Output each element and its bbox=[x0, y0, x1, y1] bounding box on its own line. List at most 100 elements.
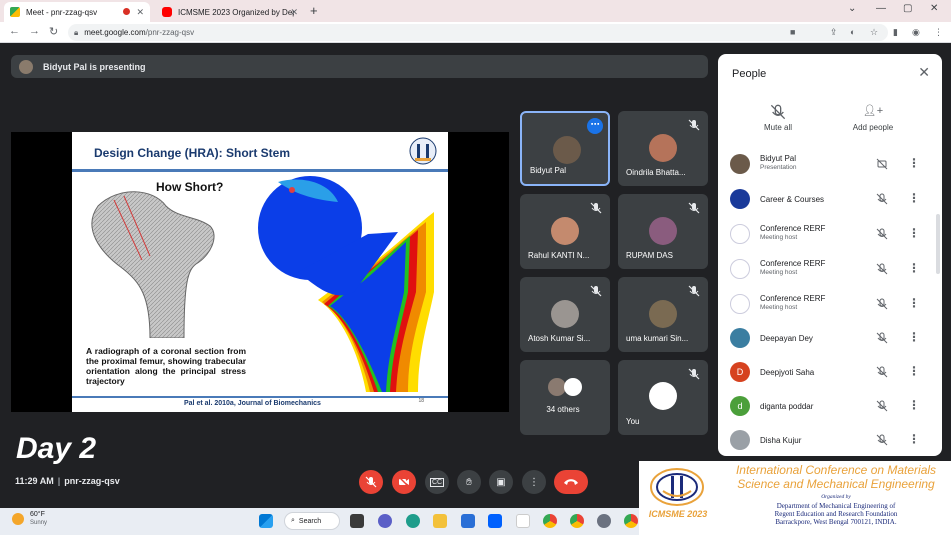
more-vert-icon[interactable]: ⋮ bbox=[908, 432, 920, 446]
chrome-icon[interactable] bbox=[543, 514, 557, 528]
chrome-icon[interactable] bbox=[624, 514, 638, 528]
app-icon[interactable] bbox=[516, 514, 530, 528]
people-title: People bbox=[732, 68, 767, 80]
close-window-icon[interactable]: ✕ bbox=[930, 3, 938, 14]
tile-atosh[interactable]: Atosh Kumar Si... bbox=[520, 277, 610, 352]
mic-off-icon bbox=[876, 400, 888, 412]
mute-all-button[interactable]: Mute all bbox=[738, 104, 818, 132]
tile-bidyut-pal[interactable]: ⋯ Bidyut Pal bbox=[520, 111, 610, 186]
presentation-off-icon bbox=[876, 158, 888, 170]
mic-toggle-button[interactable] bbox=[359, 470, 383, 494]
avatar bbox=[553, 136, 581, 164]
mic-off-icon bbox=[876, 434, 888, 446]
camera-icon[interactable]: ■ bbox=[790, 27, 795, 37]
banner-logo-text: ICMSME 2023 bbox=[648, 509, 708, 519]
participant-row[interactable]: Conference RERF Meeting host ⋮ bbox=[728, 220, 933, 250]
tile-rahul[interactable]: Rahul KANTI N... bbox=[520, 194, 610, 269]
more-vert-icon[interactable]: ⋮ bbox=[908, 191, 920, 205]
avatar bbox=[730, 328, 750, 348]
avatar: d bbox=[730, 396, 750, 416]
forward-icon[interactable]: → bbox=[29, 25, 40, 37]
day-overlay-label: Day 2 bbox=[16, 432, 97, 465]
bookmark-star-icon[interactable]: ☆ bbox=[870, 27, 878, 38]
dropbox-icon[interactable] bbox=[488, 514, 502, 528]
close-panel-icon[interactable]: ✕ bbox=[918, 64, 930, 81]
weather-widget[interactable]: 60°F Sunny bbox=[12, 511, 47, 527]
lock-icon: 🔒︎ bbox=[74, 27, 79, 37]
more-vert-icon[interactable]: ⋮ bbox=[908, 398, 920, 412]
leave-call-button[interactable] bbox=[554, 470, 588, 494]
chat-icon[interactable] bbox=[378, 514, 392, 528]
participant-row[interactable]: D Deepjyoti Saha ⋮ bbox=[728, 358, 933, 388]
more-vert-icon[interactable]: ⋮ bbox=[908, 226, 920, 240]
participant-row[interactable]: Bidyut Pal Presentation ⋮ bbox=[728, 150, 933, 180]
tab-meet[interactable]: Meet - pnr-zzag-qsv ✕ bbox=[4, 2, 150, 22]
raise-hand-button[interactable]: ✋︎ bbox=[457, 470, 481, 494]
tab-icmsme[interactable]: ICMSME 2023 Organized by Dep ✕ bbox=[156, 2, 304, 22]
tile-you[interactable]: You bbox=[618, 360, 708, 435]
more-options-button[interactable]: ⋮ bbox=[522, 470, 546, 494]
mute-all-label: Mute all bbox=[763, 123, 792, 132]
mic-off-icon bbox=[876, 298, 888, 310]
icmsme-logo-icon bbox=[650, 468, 704, 506]
camera-toggle-button[interactable] bbox=[392, 470, 416, 494]
edge-icon[interactable] bbox=[406, 514, 420, 528]
new-tab-icon[interactable]: + bbox=[310, 3, 318, 18]
participant-row[interactable]: Career & Courses ⋮ bbox=[728, 185, 933, 215]
more-options-icon[interactable]: ⋯ bbox=[587, 118, 603, 134]
share-icon[interactable]: ⇪ bbox=[830, 27, 838, 38]
separator: | bbox=[57, 476, 61, 486]
tile-name: Atosh Kumar Si... bbox=[528, 334, 591, 343]
url-host: meet.google.com bbox=[84, 28, 146, 37]
reload-icon[interactable]: ↻ bbox=[49, 25, 58, 38]
slide-page-number: 18 bbox=[418, 398, 424, 404]
minimize-icon[interactable]: — bbox=[876, 3, 886, 14]
mail-icon[interactable] bbox=[461, 514, 475, 528]
close-tab-icon[interactable]: ✕ bbox=[290, 7, 298, 18]
participant-row[interactable]: d diganta poddar ⋮ bbox=[728, 392, 933, 422]
captions-button[interactable]: CC bbox=[425, 470, 449, 494]
mic-off-icon bbox=[876, 366, 888, 378]
avatar bbox=[551, 300, 579, 328]
windows-start-icon[interactable] bbox=[259, 514, 273, 528]
people-scrollbar[interactable] bbox=[936, 214, 940, 274]
tile-rupam[interactable]: RUPAM DAS bbox=[618, 194, 708, 269]
more-vert-icon[interactable]: ⋮ bbox=[908, 330, 920, 344]
tile-uma[interactable]: uma kumari Sin... bbox=[618, 277, 708, 352]
settings-icon[interactable] bbox=[597, 514, 611, 528]
mic-off-icon bbox=[590, 285, 602, 297]
participant-row[interactable]: Deepayan Dey ⋮ bbox=[728, 324, 933, 354]
maximize-icon[interactable]: ▢ bbox=[903, 3, 912, 14]
more-vert-icon[interactable]: ⋮ bbox=[908, 156, 920, 170]
close-tab-icon[interactable]: ✕ bbox=[136, 7, 144, 18]
tile-others[interactable]: 34 others bbox=[520, 360, 610, 435]
taskbar-search[interactable]: ⌕ Search bbox=[284, 512, 340, 530]
profile-icon[interactable]: ◉ bbox=[912, 27, 920, 38]
file-explorer-icon[interactable] bbox=[433, 514, 447, 528]
more-vert-icon[interactable]: ⋮ bbox=[908, 261, 920, 275]
menu-dots-icon[interactable]: ⋮ bbox=[934, 27, 943, 38]
presentation-stage[interactable]: Design Change (HRA): Short Stem How Shor… bbox=[11, 132, 509, 412]
present-button[interactable]: ▣ bbox=[489, 470, 513, 494]
chrome-icon[interactable] bbox=[570, 514, 584, 528]
more-vert-icon[interactable]: ⋮ bbox=[908, 364, 920, 378]
more-vert-icon[interactable]: ⋮ bbox=[908, 296, 920, 310]
slide-citation: Pal et al. 2010a, Journal of Biomechanic… bbox=[184, 400, 321, 407]
url-field[interactable]: 🔒︎ meet.google.com/pnr-zzag-qsv bbox=[68, 24, 888, 41]
meeting-info: 11:29 AM | pnr-zzag-qsv bbox=[15, 476, 120, 486]
add-people-label: Add people bbox=[852, 123, 894, 132]
back-icon[interactable]: ← bbox=[9, 25, 20, 37]
participant-row[interactable]: Conference RERF Meeting host ⋮ bbox=[728, 290, 933, 320]
add-people-button[interactable]: 👤︎+ Add people bbox=[833, 104, 913, 132]
participant-row[interactable]: Conference RERF Meeting host ⋮ bbox=[728, 255, 933, 285]
avatar bbox=[649, 134, 677, 162]
presenting-text: Bidyut Pal is presenting bbox=[43, 61, 146, 72]
search-label: Search bbox=[298, 517, 322, 525]
sidepanel-icon[interactable]: ▮ bbox=[893, 27, 898, 38]
tile-oindrila[interactable]: Oindrila Bhatta... bbox=[618, 111, 708, 186]
avatar bbox=[649, 217, 677, 245]
extension-icon[interactable]: ◐ bbox=[850, 27, 855, 37]
task-view-icon[interactable] bbox=[350, 514, 364, 528]
tab-search-icon[interactable]: ⌄ bbox=[848, 3, 856, 14]
participant-row[interactable]: Disha Kujur ⋮ bbox=[728, 426, 933, 456]
